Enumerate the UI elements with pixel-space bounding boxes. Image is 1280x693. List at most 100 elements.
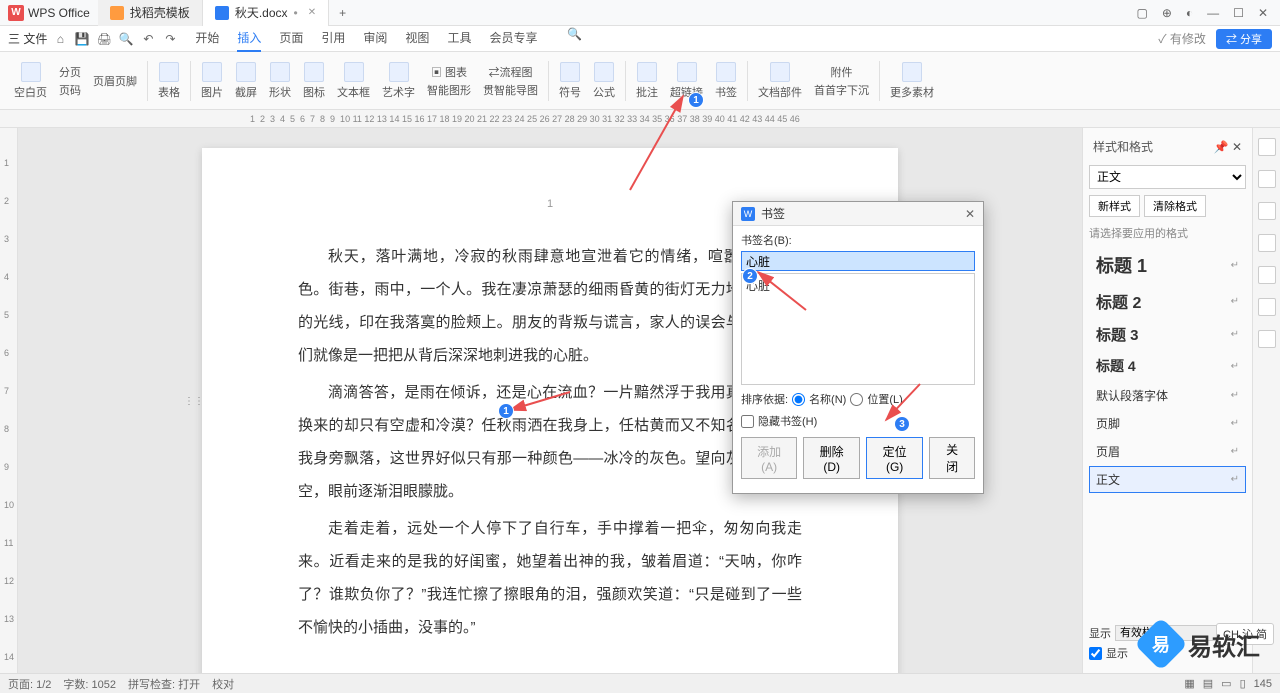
print-icon[interactable]: 🖨 <box>95 30 113 48</box>
show-checkbox[interactable] <box>1089 647 1102 660</box>
horizontal-ruler[interactable]: 1 2 3 4 5 6 7 8 9 10 11 12 13 14 15 16 1… <box>0 110 1280 128</box>
wordart-button[interactable]: 艺术字 <box>376 52 421 109</box>
tab-member[interactable]: 会员专享 <box>489 25 537 52</box>
tool-icon[interactable] <box>1258 170 1276 188</box>
docparts-button[interactable]: 文档部件 <box>752 52 808 109</box>
zoom-value[interactable]: 145 <box>1254 678 1272 690</box>
bookmark-list-item[interactable]: 心脏 <box>744 276 972 295</box>
shape-button[interactable]: 形状 <box>263 52 297 109</box>
attachment-dropcap[interactable]: 附件首首字下沉 <box>808 52 875 109</box>
tool-icon[interactable] <box>1258 330 1276 348</box>
comment-button[interactable]: 批注 <box>630 52 664 109</box>
dialog-titlebar[interactable]: W 书签 ✕ <box>733 202 983 226</box>
style-item-footer[interactable]: 页脚↵ <box>1089 410 1246 437</box>
close-icon[interactable]: ✕ <box>1258 6 1268 20</box>
style-item-h4[interactable]: 标题 4↵ <box>1089 351 1246 381</box>
share-button[interactable]: ⇄ 分享 <box>1216 29 1272 49</box>
redo-icon[interactable]: ↷ <box>161 30 179 48</box>
tab-reference[interactable]: 引用 <box>321 25 345 52</box>
style-item-default[interactable]: 默认段落字体↵ <box>1089 382 1246 409</box>
sort-name-radio[interactable] <box>792 393 805 406</box>
vertical-ruler[interactable]: 123 456 789 101112 1314 <box>0 128 18 682</box>
tool-icon[interactable] <box>1258 234 1276 252</box>
preview-icon[interactable]: 🔍 <box>117 30 135 48</box>
tab-start[interactable]: 开始 <box>195 25 219 52</box>
close-button[interactable]: 关闭 <box>929 437 975 479</box>
page-status[interactable]: 页面: 1/2 <box>8 676 51 692</box>
window-icon[interactable]: ▢ <box>1137 6 1148 20</box>
paragraph-handle[interactable]: ⋮⋮ <box>184 396 204 407</box>
more-materials-button[interactable]: 更多素材 <box>884 52 940 109</box>
image-button[interactable]: 图片 <box>195 52 229 109</box>
minimize-icon[interactable]: — <box>1207 6 1219 20</box>
style-item-h1[interactable]: 标题 1↵ <box>1089 247 1246 283</box>
dialog-close[interactable]: ✕ <box>965 207 975 221</box>
tab-template[interactable]: 找稻壳模板 <box>98 0 203 26</box>
view-icon[interactable]: ▦ <box>1184 677 1194 690</box>
tab-page[interactable]: 页面 <box>279 25 303 52</box>
bookmark-dialog: W 书签 ✕ 书签名(B): 心脏 排序依据: 名称(N) 位置(L) 隐藏书签… <box>732 201 984 494</box>
maximize-icon[interactable]: ☐ <box>1233 6 1244 20</box>
header-footer-button[interactable]: 页眉页脚 <box>87 52 143 109</box>
proof-status[interactable]: 校对 <box>212 676 234 692</box>
bookmark-button[interactable]: 书签 <box>709 52 743 109</box>
style-item-body[interactable]: 正文↵ <box>1089 466 1246 493</box>
home-icon[interactable]: ⌂ <box>51 30 69 48</box>
hyperlink-button[interactable]: 超链接 <box>664 52 709 109</box>
tool-icon[interactable] <box>1258 266 1276 284</box>
style-item-h2[interactable]: 标题 2↵ <box>1089 284 1246 318</box>
formula-button[interactable]: 公式 <box>587 52 621 109</box>
page-number: 1 <box>298 198 802 210</box>
undo-icon[interactable]: ↶ <box>139 30 157 48</box>
screenshot-button[interactable]: 截屏 <box>229 52 263 109</box>
close-icon[interactable]: ✕ <box>1232 140 1242 154</box>
tool-icon[interactable] <box>1258 298 1276 316</box>
tool-icon[interactable] <box>1258 202 1276 220</box>
word-count[interactable]: 字数: 1052 <box>63 676 116 692</box>
current-style-select[interactable]: 正文 <box>1089 165 1246 189</box>
page-break-button[interactable]: 分页页码 <box>53 52 87 109</box>
flowchart-mindmap[interactable]: ⇄流程图贯智能导图 <box>477 52 544 109</box>
icon-button[interactable]: 图标 <box>297 52 331 109</box>
pin-icon[interactable]: 📌 <box>1214 140 1229 154</box>
tab-document[interactable]: 秋天.docx • ✕ <box>203 0 329 26</box>
tab-insert[interactable]: 插入 <box>237 25 261 52</box>
tab-add[interactable]: + <box>329 6 356 20</box>
add-button[interactable]: 添加(A) <box>741 437 797 479</box>
paragraph[interactable]: 滴滴答答，是雨在倾诉，还是心在流血？一片黯然浮于我用真挚付出的换来的却只有空虚和… <box>298 376 802 508</box>
sort-loc-radio[interactable] <box>850 393 863 406</box>
paragraph[interactable]: 秋天，落叶满地，冷寂的秋雨肆意地宣泄着它的情绪，喧嚣的世界调色。街巷，雨中，一个… <box>298 240 802 372</box>
new-style-button[interactable]: 新样式 <box>1089 195 1140 217</box>
document-text[interactable]: 秋天，落叶满地，冷寂的秋雨肆意地宣泄着它的情绪，喧嚣的世界调色。街巷，雨中，一个… <box>298 240 802 644</box>
style-item-header[interactable]: 页眉↵ <box>1089 438 1246 465</box>
title-bar: W WPS Office 找稻壳模板 秋天.docx • ✕ + ▢ ⊕ ◐ —… <box>0 0 1280 26</box>
clear-format-button[interactable]: 清除格式 <box>1144 195 1206 217</box>
tab-review[interactable]: 审阅 <box>363 25 387 52</box>
tab-close[interactable]: ✕ <box>308 7 316 18</box>
save-icon[interactable]: 💾 <box>73 30 91 48</box>
file-menu[interactable]: 三 文件 <box>8 30 47 47</box>
bookmark-list[interactable]: 心脏 <box>741 273 975 385</box>
delete-button[interactable]: 删除(D) <box>803 437 860 479</box>
tab-view[interactable]: 视图 <box>405 25 429 52</box>
spell-status[interactable]: 拼写检查: 打开 <box>128 676 200 692</box>
view-icon[interactable]: ▭ <box>1221 677 1231 690</box>
avatar-icon[interactable]: ◐ <box>1186 6 1193 20</box>
hide-checkbox[interactable] <box>741 415 754 428</box>
table-button[interactable]: 表格 <box>152 52 186 109</box>
style-item-h3[interactable]: 标题 3↵ <box>1089 319 1246 350</box>
bookmark-name-input[interactable] <box>741 251 975 271</box>
view-icon[interactable]: ▤ <box>1203 677 1213 690</box>
tab-tools[interactable]: 工具 <box>447 25 471 52</box>
paragraph[interactable]: 走着走着，远处一个人停下了自行车，手中撑着一把伞，匆匆向我走来。近看走来的是我的… <box>298 512 802 644</box>
blank-page-button[interactable]: 空白页 <box>8 52 53 109</box>
goto-button[interactable]: 定位(G) <box>866 437 923 479</box>
tool-icon[interactable] <box>1258 138 1276 156</box>
window-icon[interactable]: ⊕ <box>1162 6 1172 20</box>
view-icon[interactable]: ▯ <box>1240 677 1246 690</box>
textbox-button[interactable]: 文本框 <box>331 52 376 109</box>
dirty-indicator: • <box>294 6 298 20</box>
search-icon[interactable]: 🔍 <box>565 25 583 43</box>
symbol-button[interactable]: 符号 <box>553 52 587 109</box>
chart-smartart[interactable]: ▣ 图表智能图形 <box>421 52 477 109</box>
